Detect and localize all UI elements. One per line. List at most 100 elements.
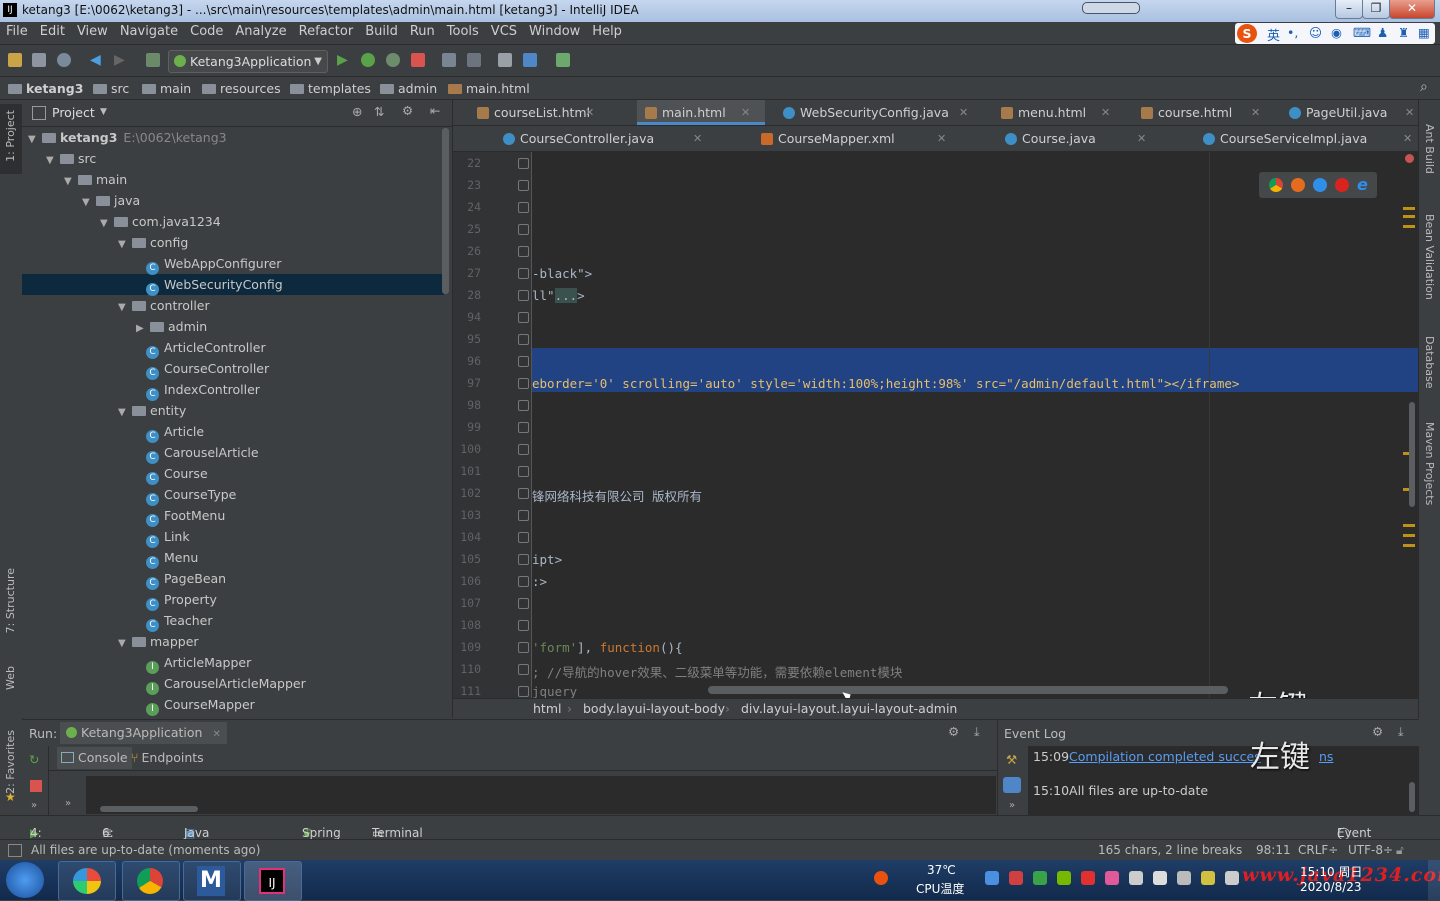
- sogou-tray-icon[interactable]: [874, 871, 888, 885]
- project-structure-icon[interactable]: [442, 53, 456, 67]
- console-hscroll[interactable]: [100, 806, 198, 812]
- event-link[interactable]: Compilation completed succes: [1069, 749, 1261, 764]
- tray-mail-icon[interactable]: [1009, 871, 1023, 885]
- tree-item[interactable]: ▼ mapper: [118, 631, 199, 652]
- code-line[interactable]: -black">: [532, 266, 592, 281]
- tree-item[interactable]: C Menu: [136, 547, 198, 569]
- ime-voice-icon[interactable]: ◉: [1331, 25, 1342, 40]
- clock-time[interactable]: 15:10 周日: [1300, 863, 1362, 880]
- expand-arrow-icon[interactable]: ▼: [82, 192, 92, 213]
- hide-down-icon[interactable]: ⤓: [974, 724, 980, 740]
- code-line[interactable]: :>: [532, 574, 547, 589]
- gear-icon[interactable]: ⚙: [402, 103, 413, 118]
- status-message[interactable]: All files are up-to-date (moments ago): [31, 843, 260, 857]
- fold-marker-icon[interactable]: [518, 642, 529, 653]
- project-settings-icon[interactable]: [523, 53, 537, 67]
- breadcrumb-item[interactable]: main: [142, 81, 191, 96]
- horizontal-scrollbar[interactable]: [708, 686, 1228, 694]
- close-icon[interactable]: ✕: [212, 729, 220, 740]
- run-icon[interactable]: ▶: [337, 53, 351, 67]
- close-button[interactable]: ✕: [1389, 0, 1435, 19]
- line-separator[interactable]: CRLF÷: [1298, 843, 1338, 857]
- sogou-logo-icon[interactable]: S: [1237, 24, 1257, 43]
- tray-s-icon[interactable]: [1081, 871, 1095, 885]
- tree-item[interactable]: C Course: [136, 463, 208, 485]
- file-encoding[interactable]: UTF-8÷: [1348, 843, 1393, 857]
- fold-marker-icon[interactable]: [518, 400, 529, 411]
- gear-icon[interactable]: ⚙: [948, 724, 959, 739]
- fold-marker-icon[interactable]: [518, 356, 529, 367]
- coverage-icon[interactable]: [386, 53, 400, 67]
- show-desktop-button[interactable]: [1428, 860, 1440, 900]
- menu-run[interactable]: Run: [404, 22, 441, 39]
- event-link-tail[interactable]: ns: [1319, 749, 1333, 764]
- tree-item[interactable]: C Teacher: [136, 610, 213, 632]
- rerun-icon[interactable]: ↻: [29, 752, 39, 767]
- forward-arrow-icon[interactable]: ▶: [114, 53, 128, 67]
- structure-tool-label[interactable]: 7: Structure: [4, 568, 17, 633]
- fold-marker-icon[interactable]: [518, 598, 529, 609]
- menu-analyze[interactable]: Analyze: [229, 22, 292, 39]
- collapse-all-icon[interactable]: ⇅: [374, 104, 384, 119]
- stop-icon[interactable]: [30, 780, 42, 792]
- code-line[interactable]: ; //导航的hover效果、二级菜单等功能，需要依赖element模块: [532, 662, 902, 681]
- sync-icon[interactable]: [57, 53, 71, 67]
- tree-item[interactable]: ▶ admin: [136, 316, 207, 337]
- ant-build-label[interactable]: Ant Build: [1423, 124, 1436, 174]
- more-icon[interactable]: »: [31, 800, 37, 811]
- menu-build[interactable]: Build: [359, 22, 404, 39]
- opera-icon[interactable]: [1335, 178, 1349, 192]
- minimize-button[interactable]: –: [1335, 0, 1363, 19]
- project-view-dropdown[interactable]: Project: [52, 105, 95, 120]
- web-tool-label[interactable]: Web: [4, 666, 17, 690]
- fold-marker-icon[interactable]: [518, 466, 529, 477]
- breadcrumb-item[interactable]: templates: [290, 81, 371, 96]
- hide-down-icon[interactable]: ⤓: [1398, 724, 1404, 740]
- bean-validation-label[interactable]: Bean Validation: [1423, 214, 1436, 300]
- settings-wrench-icon[interactable]: [498, 53, 512, 67]
- tree-item[interactable]: C PageBean: [136, 568, 226, 590]
- chrome-icon[interactable]: [1269, 178, 1283, 192]
- breadcrumb-item[interactable]: ketang3: [8, 81, 83, 96]
- taskbar-app-m[interactable]: M: [183, 861, 241, 901]
- fold-marker-icon[interactable]: [518, 554, 529, 565]
- chevron-down-icon[interactable]: ▼: [100, 107, 107, 117]
- tree-item[interactable]: ▼ config: [118, 232, 188, 253]
- close-icon[interactable]: ✕: [693, 126, 702, 151]
- tree-item[interactable]: ▼ main: [64, 169, 127, 190]
- tree-item[interactable]: C IndexController: [136, 379, 260, 401]
- tray-cube-icon[interactable]: [985, 871, 999, 885]
- close-icon[interactable]: ✕: [741, 100, 750, 125]
- editor-tab[interactable]: CourseMapper.xml: [761, 126, 895, 151]
- code-line[interactable]: 'form'], function(){: [532, 640, 683, 655]
- fold-marker-icon[interactable]: [518, 268, 529, 279]
- tree-item[interactable]: C CourseController: [136, 358, 269, 380]
- code-line[interactable]: ipt>: [532, 552, 562, 567]
- maven-projects-label[interactable]: Maven Projects: [1423, 422, 1436, 505]
- fold-marker-icon[interactable]: [518, 378, 529, 389]
- editor-tab[interactable]: menu.html: [1001, 100, 1086, 125]
- editor-tab[interactable]: PageUtil.java: [1289, 100, 1387, 125]
- expand-arrow-icon[interactable]: ▼: [64, 171, 74, 192]
- fold-marker-icon[interactable]: [518, 488, 529, 499]
- menu-refactor[interactable]: Refactor: [293, 22, 360, 39]
- editor-tab[interactable]: WebSecurityConfig.java: [783, 100, 949, 125]
- tray-volume-icon[interactable]: [1225, 871, 1239, 885]
- fold-marker-icon[interactable]: [518, 290, 529, 301]
- code-editor[interactable]: 22 23 24 25 26 27 28 94 95 96 97 98 99 100 101 102 103 10…: [453, 152, 1418, 698]
- menu-navigate[interactable]: Navigate: [114, 22, 184, 39]
- build-icon[interactable]: [146, 53, 160, 67]
- editor-vertical-scrollbar[interactable]: [1409, 402, 1415, 507]
- console-output[interactable]: [86, 776, 996, 814]
- toggle-tool-windows-icon[interactable]: [8, 844, 22, 857]
- code-line[interactable]: jquery: [532, 684, 577, 698]
- taskbar-chrome[interactable]: [122, 861, 180, 901]
- expand-arrow-icon[interactable]: ▼: [28, 129, 38, 150]
- editor-tab[interactable]: Course.java: [1005, 126, 1096, 151]
- tree-item[interactable]: C CarouselArticle: [136, 442, 259, 464]
- favorites-tool-label[interactable]: 2: Favorites: [4, 730, 17, 794]
- fold-marker-icon[interactable]: [518, 686, 529, 697]
- fold-marker-icon[interactable]: [518, 224, 529, 235]
- close-icon[interactable]: ✕: [1403, 126, 1412, 151]
- fold-marker-icon[interactable]: [518, 312, 529, 323]
